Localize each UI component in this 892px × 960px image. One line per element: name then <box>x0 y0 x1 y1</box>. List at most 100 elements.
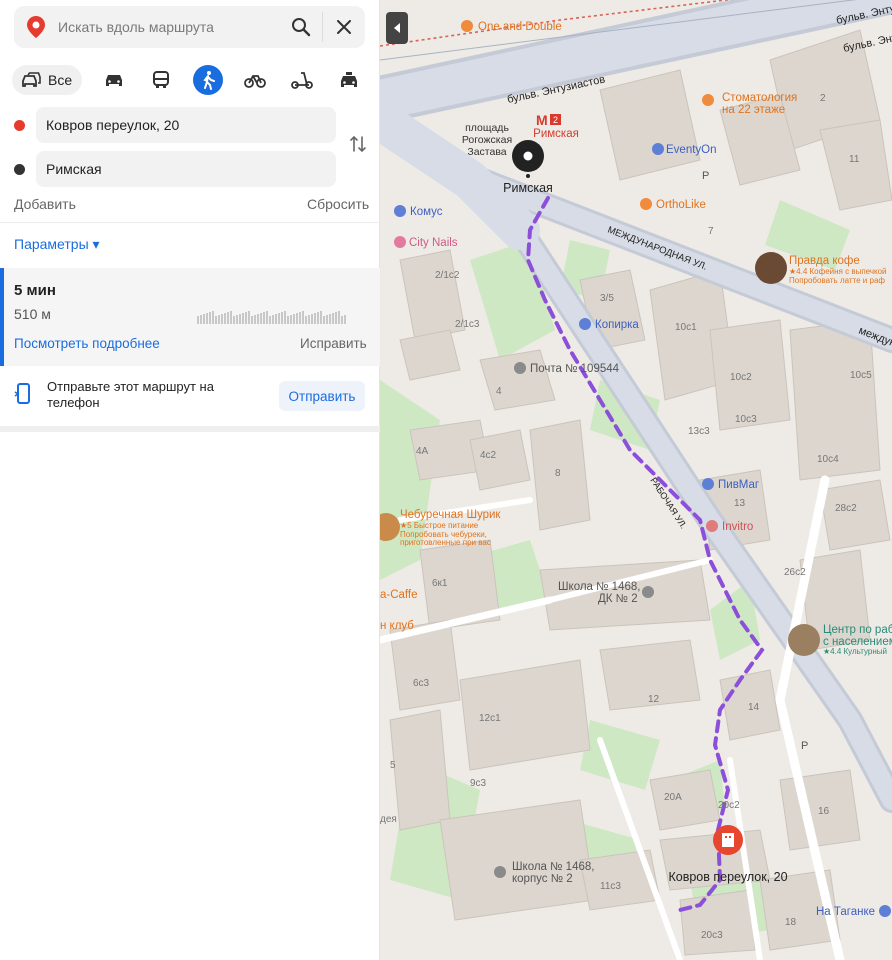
mode-bus-button[interactable] <box>146 65 176 95</box>
mode-all-button[interactable]: Все <box>12 65 83 95</box>
poi-pivmag[interactable]: ПивМаг <box>702 478 759 491</box>
elevation-bar <box>248 311 250 324</box>
search-button[interactable] <box>280 6 322 48</box>
elevation-bar <box>308 315 310 324</box>
add-point-link[interactable]: Добавить <box>14 196 76 212</box>
poi-caffe[interactable]: a-Caffe <box>380 589 418 601</box>
mode-walk-button[interactable] <box>193 65 224 95</box>
elevation-bar <box>287 316 289 324</box>
house-number: 10с1 <box>675 322 697 333</box>
params-dropdown[interactable]: Параметры ▾ <box>14 236 100 253</box>
poi-ortholike[interactable]: OrthoLike <box>640 198 706 211</box>
house-number: 12с1 <box>479 713 501 724</box>
poi-label: приготовленные при вас <box>400 538 491 547</box>
route-option-card[interactable]: 5 мин 510 м Посмотреть подробнее Исправи… <box>0 268 380 366</box>
house-number: 13 <box>734 498 746 509</box>
elevation-bar <box>260 313 262 324</box>
poi-label: Школа № 1468, <box>558 581 640 593</box>
elevation-bar <box>236 315 238 324</box>
house-number: 4с2 <box>480 450 497 461</box>
elevation-bar <box>305 316 307 324</box>
elevation-bar <box>212 311 214 324</box>
elevation-bar <box>218 315 220 324</box>
poi-club[interactable]: н клуб <box>380 620 414 632</box>
house-number: 11с3 <box>600 881 621 892</box>
elevation-bar <box>329 314 331 324</box>
poi-pravda-coffee[interactable]: Правда кофе★4.4 Кофейня с выпечкойПопроб… <box>755 252 887 285</box>
elevation-bar <box>245 312 247 324</box>
cars-icon <box>22 72 41 87</box>
walk-icon <box>203 71 216 90</box>
start-pin[interactable]: Римская <box>503 140 553 195</box>
house-number: 2 <box>820 93 826 104</box>
house-number: 10с2 <box>730 372 752 383</box>
route-point-to: Римская <box>14 151 336 187</box>
metro-line-number: 2 <box>553 115 558 125</box>
start-pin-label: Римская <box>503 181 553 195</box>
poi-label: Попробовать латте и раф <box>789 276 885 285</box>
house-number: 2/1с2 <box>435 270 460 281</box>
poi-komus[interactable]: Комус <box>394 205 443 218</box>
elevation-bar <box>335 312 337 324</box>
mode-scooter-button[interactable] <box>287 65 317 95</box>
collapse-panel-button[interactable] <box>386 12 408 44</box>
elevation-bar <box>215 316 217 324</box>
elevation-bar <box>338 311 340 324</box>
route-details-link[interactable]: Посмотреть подробнее <box>14 336 160 351</box>
poi-label: EventyOn <box>666 144 717 156</box>
send-button[interactable]: Отправить <box>279 381 365 411</box>
poi-one-and-double[interactable]: One and Double <box>461 20 562 33</box>
elevation-bar <box>221 314 223 324</box>
poi-label: Стоматология <box>722 92 797 104</box>
elevation-bar <box>230 311 232 324</box>
poi-label: City Nails <box>409 237 458 249</box>
mode-taxi-button[interactable] <box>334 65 364 95</box>
house-number: 10с3 <box>735 414 757 425</box>
poi-label: ПивМаг <box>718 479 759 491</box>
poi-stomatology[interactable]: Стоматологияна 22 этаже <box>702 92 797 116</box>
elevation-bar <box>317 312 319 324</box>
poi-label: На Таганке <box>816 906 875 918</box>
route-fix-link[interactable]: Исправить <box>300 336 367 351</box>
elevation-bar <box>344 315 346 324</box>
elevation-bar <box>209 312 211 324</box>
phone-icon <box>14 383 32 410</box>
to-field[interactable]: Римская <box>36 151 336 187</box>
poi-label: ★4.4 Культурный <box>823 647 887 656</box>
elevation-bar <box>254 315 256 324</box>
route-search-bar[interactable]: Искать вдоль маршрута <box>14 6 365 48</box>
elevation-bar <box>266 311 268 324</box>
poi-na-taganke[interactable]: На Таганке <box>816 905 891 918</box>
elevation-bar <box>242 313 244 324</box>
map-canvas[interactable]: Римская Ковров переулок, 20 М 2 Римская … <box>380 0 892 960</box>
poi-city-nails[interactable]: City Nails <box>394 236 458 249</box>
elevation-bar <box>302 311 304 324</box>
from-field[interactable]: Ковров переулок, 20 <box>36 107 336 143</box>
elevation-bar <box>272 315 274 324</box>
route-point-from: Ковров переулок, 20 <box>14 107 336 143</box>
elevation-bar <box>227 312 229 324</box>
poi-label: на 22 этаже <box>722 104 785 116</box>
poi-pochta[interactable]: Почта № 109544 <box>514 362 620 375</box>
metro-station-rimskaya[interactable]: М 2 Римская <box>533 112 579 140</box>
elevation-bar <box>332 313 334 324</box>
poi-label: Комус <box>410 206 443 218</box>
house-number: 9с3 <box>470 778 487 789</box>
elevation-bar <box>314 313 316 324</box>
mode-bicycle-button[interactable] <box>240 65 270 95</box>
swap-points-button[interactable] <box>348 134 368 154</box>
mode-car-button[interactable] <box>99 65 129 95</box>
house-number: 3/5 <box>600 293 614 304</box>
poi-invitro[interactable]: Invitro <box>706 520 753 533</box>
poi-kopirka[interactable]: Копирка <box>579 318 639 331</box>
reset-link[interactable]: Сбросить <box>307 196 369 212</box>
map-view[interactable]: Римская Ковров переулок, 20 М 2 Римская … <box>380 0 892 960</box>
from-dot <box>14 119 25 131</box>
search-placeholder[interactable]: Искать вдоль маршрута <box>58 19 280 35</box>
house-number: 8 <box>555 468 561 479</box>
poi-center[interactable]: Центр по рабс населением★4.4 Культурный <box>788 624 892 656</box>
elevation-profile-graph <box>197 311 346 324</box>
elevation-bar <box>263 312 265 324</box>
elevation-bar <box>311 314 313 324</box>
close-button[interactable] <box>323 6 365 48</box>
